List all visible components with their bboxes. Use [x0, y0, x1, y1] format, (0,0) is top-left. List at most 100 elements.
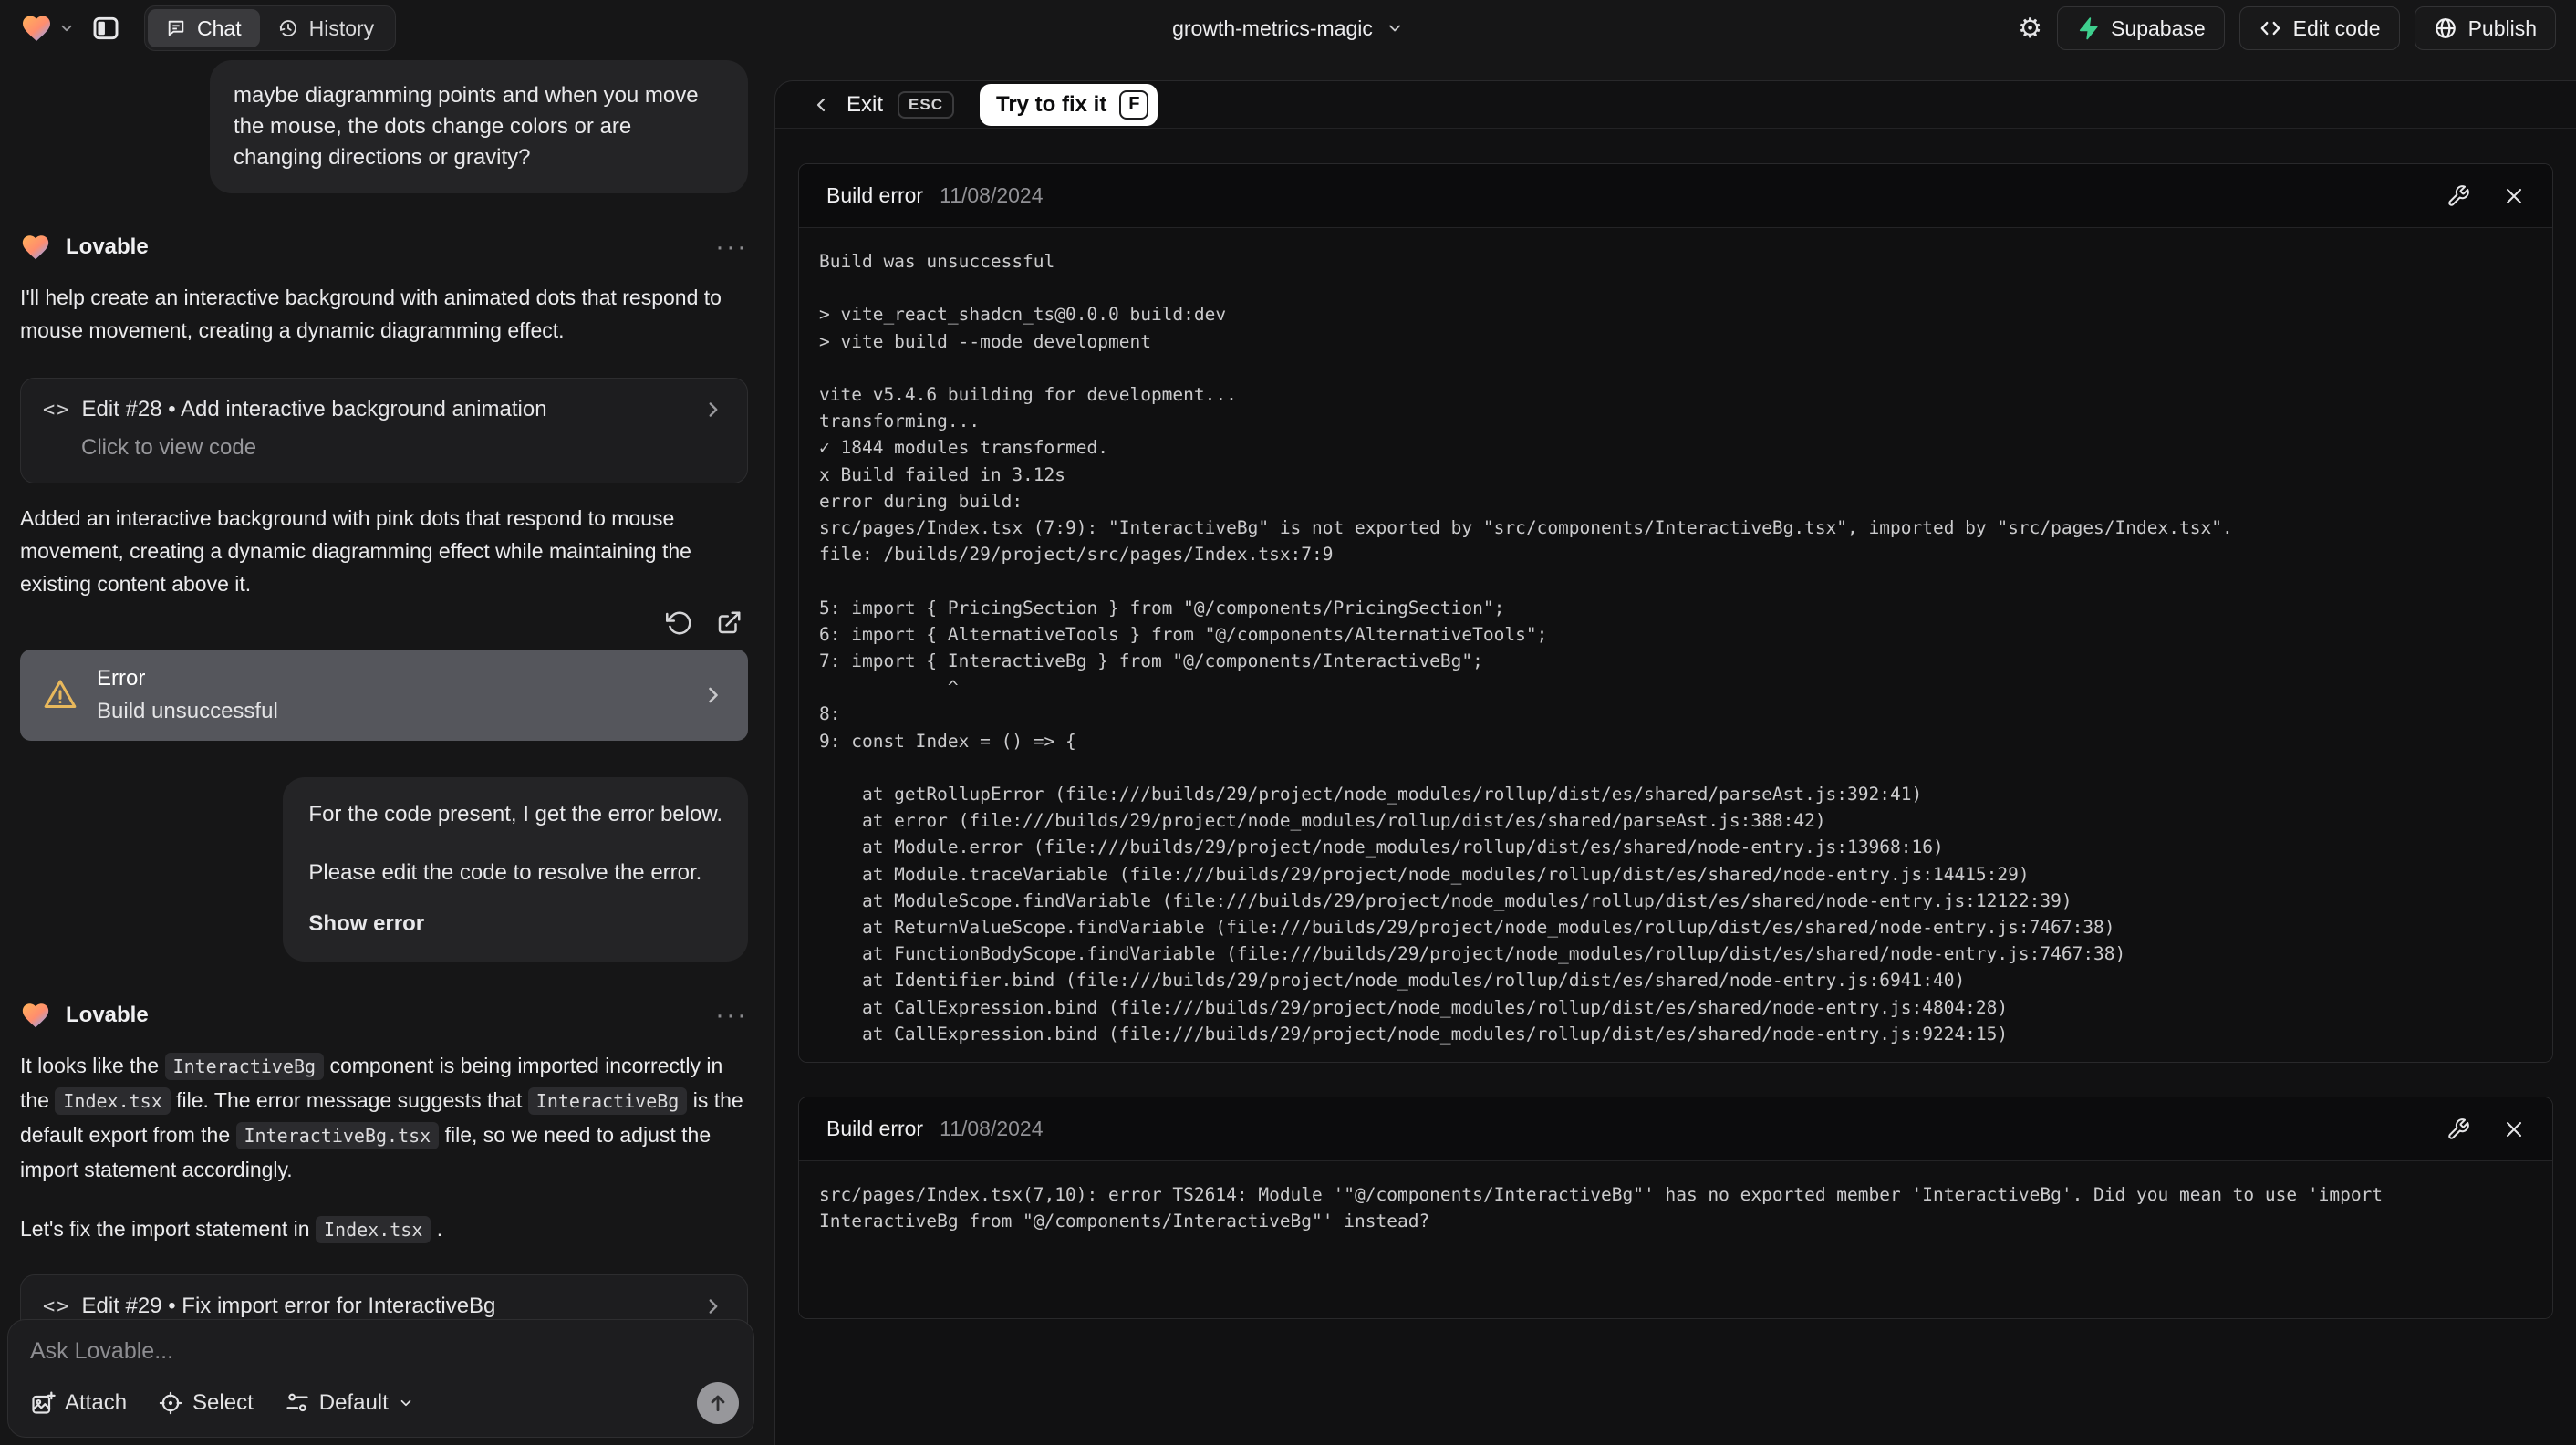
error-panel-date: 11/08/2024 [940, 183, 1044, 207]
chat-panel: maybe diagramming points and when you mo… [0, 57, 774, 1445]
send-button[interactable] [697, 1382, 739, 1424]
chat-bubble-icon [166, 18, 186, 38]
tab-history[interactable]: History [260, 9, 393, 47]
settings-button[interactable]: ⚙ [2018, 13, 2042, 45]
error-panel-header: Build error 11/08/2024 [799, 1097, 2552, 1162]
build-error-panel-2: Build error 11/08/2024 src/pages/Index.t… [798, 1097, 2553, 1320]
user-message-text: maybe diagramming points and when you mo… [234, 83, 699, 170]
chevron-down-icon [1386, 19, 1404, 37]
build-error-status-card[interactable]: Error Build unsuccessful [20, 650, 748, 741]
user-message-text: For the code present, I get the error be… [308, 802, 722, 826]
close-panel-button[interactable] [2503, 185, 2525, 207]
tab-history-label: History [308, 16, 375, 40]
workspace-panel: Exit ESC Try to fix it F Build error 11/… [774, 80, 2576, 1445]
exit-label: Exit [847, 91, 884, 117]
publish-label: Publish [2467, 16, 2537, 40]
wrench-icon [2446, 1118, 2470, 1141]
chevron-down-icon [398, 1395, 414, 1411]
attach-label: Attach [65, 1390, 128, 1415]
chat-history-tabs: Chat History [144, 5, 397, 51]
assistant-name: Lovable [66, 234, 149, 259]
exit-button[interactable]: Exit ESC [810, 90, 954, 119]
supabase-bolt-icon [2076, 16, 2100, 40]
rotate-ccw-icon [666, 609, 693, 637]
history-clock-icon [278, 18, 298, 38]
chevron-right-icon [701, 398, 725, 421]
edit-card-28[interactable]: <> Edit #28 • Add interactive background… [20, 378, 748, 483]
publish-button[interactable]: Publish [2414, 6, 2556, 50]
status-subtitle: Build unsuccessful [97, 699, 278, 723]
edit-code-button[interactable]: Edit code [2238, 6, 2400, 50]
select-button[interactable]: Select [158, 1390, 254, 1416]
close-icon [2503, 185, 2525, 207]
assistant-fix-line: Let's fix the import statement in Index.… [20, 1212, 748, 1247]
image-plus-icon [30, 1390, 56, 1416]
assistant-name: Lovable [66, 1003, 149, 1027]
assistant-summary-text: Added an interactive background with pin… [20, 506, 691, 596]
tab-chat[interactable]: Chat [148, 9, 260, 47]
close-panel-button[interactable] [2503, 1118, 2525, 1140]
select-label: Select [192, 1390, 254, 1415]
chat-input[interactable] [30, 1338, 733, 1378]
esc-key-badge: ESC [898, 90, 954, 119]
sliders-icon [285, 1390, 310, 1416]
mode-selector-button[interactable]: Default [285, 1390, 414, 1416]
arrow-up-icon [706, 1391, 730, 1415]
assistant-message-header: Lovable ··· [20, 1000, 748, 1031]
top-bar: Chat History growth-metrics-magic ⚙ Supa… [0, 0, 2576, 57]
assistant-fix-text: It looks like the InteractiveBg componen… [20, 1053, 743, 1181]
crosshair-icon [158, 1390, 183, 1416]
error-overlay-toolbar: Exit ESC Try to fix it F [775, 81, 2576, 129]
attach-button[interactable]: Attach [30, 1390, 127, 1416]
lovable-heart-icon [20, 1000, 51, 1031]
status-title: Error [97, 666, 146, 691]
open-preview-button[interactable] [715, 609, 743, 637]
user-message-text: Please edit the code to resolve the erro… [308, 860, 702, 885]
lovable-heart-icon [20, 12, 53, 45]
chevron-left-icon [810, 94, 832, 116]
try-to-fix-button[interactable]: Try to fix it F [979, 83, 1158, 126]
error-panel-date: 11/08/2024 [940, 1117, 1044, 1141]
chevron-right-icon [701, 682, 726, 708]
chat-message-list[interactable]: maybe diagramming points and when you mo… [0, 57, 774, 1380]
tab-chat-label: Chat [197, 16, 242, 40]
message-menu-button[interactable]: ··· [715, 1002, 748, 1029]
fix-with-ai-button[interactable] [2446, 184, 2470, 208]
chat-composer: Attach Select Default [7, 1319, 754, 1438]
show-error-link[interactable]: Show error [308, 909, 722, 940]
assistant-intro-text: I'll help create an interactive backgrou… [20, 286, 722, 342]
error-panel-header: Build error 11/08/2024 [799, 164, 2552, 228]
user-message: maybe diagramming points and when you mo… [210, 60, 748, 193]
project-switcher[interactable]: growth-metrics-magic [1172, 16, 1404, 41]
edit-card-title: Edit #28 • Add interactive background an… [81, 397, 547, 421]
edit-card-title: Edit #29 • Fix import error for Interact… [81, 1294, 496, 1318]
wrench-icon [2446, 184, 2470, 208]
restore-button[interactable] [666, 609, 693, 637]
toggle-sidebar-button[interactable] [91, 14, 120, 43]
supabase-button[interactable]: Supabase [2057, 6, 2225, 50]
lovable-logo-menu[interactable] [20, 12, 75, 45]
code-brackets-icon: <> [43, 1294, 71, 1318]
code-brackets-icon [2259, 16, 2282, 40]
code-brackets-icon: <> [43, 398, 71, 421]
warning-triangle-icon [42, 677, 78, 713]
build-log: src/pages/Index.tsx(7,10): error TS2614:… [799, 1161, 2552, 1319]
external-link-icon [715, 609, 743, 637]
message-menu-button[interactable]: ··· [715, 234, 748, 261]
f-key-badge: F [1119, 89, 1149, 120]
project-name: growth-metrics-magic [1172, 16, 1373, 40]
assistant-message-header: Lovable ··· [20, 232, 748, 263]
user-message: For the code present, I get the error be… [283, 777, 748, 962]
supabase-label: Supabase [2111, 16, 2206, 40]
error-panel-title: Build error [826, 183, 924, 207]
chevron-right-icon [701, 1294, 725, 1318]
chevron-down-icon [58, 20, 75, 36]
globe-icon [2434, 16, 2457, 40]
close-icon [2503, 1118, 2525, 1140]
error-overlay-body: Build error 11/08/2024 Build was unsucce… [775, 129, 2576, 1320]
fix-with-ai-button[interactable] [2446, 1118, 2470, 1141]
build-log: Build was unsuccessful > vite_react_shad… [799, 228, 2552, 1063]
try-to-fix-label: Try to fix it [995, 91, 1107, 117]
gear-icon: ⚙ [2018, 13, 2043, 44]
message-action-row [20, 609, 748, 637]
